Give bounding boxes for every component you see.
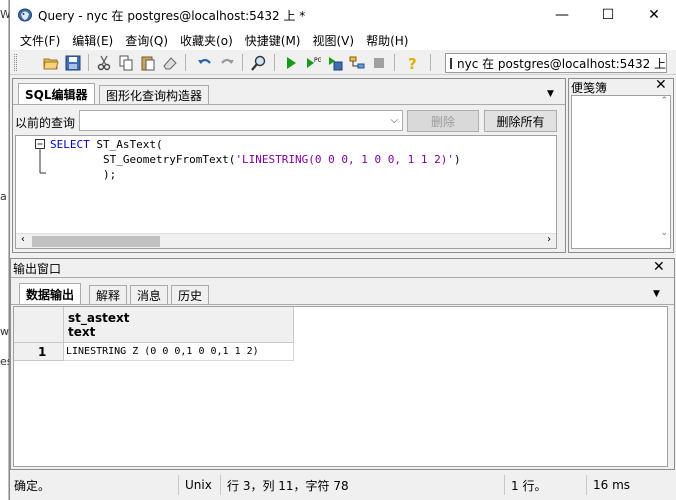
sql-editor-pane: SQL编辑器 图形化查询构造器 ▼ 以前的查询 ⌵ 删除 删除所有 SELECT…	[12, 78, 566, 253]
scroll-right-icon[interactable]: ›	[546, 234, 552, 245]
close-output-icon[interactable]: ✕	[653, 259, 665, 275]
redo-icon[interactable]	[218, 54, 236, 72]
scratch-pad-pane: 便笺簿 ✕ ⌃ ⌄	[568, 77, 674, 253]
tab-sql-editor[interactable]: SQL编辑器	[18, 83, 95, 104]
toolbar-grip[interactable]	[14, 54, 17, 71]
sql-code-editor[interactable]: SELECT ST_AsText( ST_GeometryFromText('L…	[15, 135, 557, 249]
code-line-3: );	[50, 168, 116, 181]
scratch-pad-textarea[interactable]: ⌃ ⌄	[571, 95, 671, 249]
paste-icon[interactable]	[139, 54, 157, 72]
status-cursor-position: 行 3，列 11，字符 78	[220, 475, 349, 495]
chevron-down-icon: ⌵	[390, 115, 398, 126]
code-token: 'LINESTRING(0 0 0, 1 0 0, 1 1 2)'	[235, 153, 454, 166]
tab-data-output[interactable]: 数据输出	[19, 283, 82, 304]
menu-edit[interactable]: 编辑(E)	[66, 32, 119, 49]
menu-macros[interactable]: 快捷键(M)	[239, 32, 307, 49]
find-icon[interactable]	[250, 54, 268, 72]
execute-pgscript-icon[interactable]: PG	[304, 54, 322, 72]
connection-checkbox[interactable]	[450, 57, 452, 69]
eraser-icon[interactable]	[161, 54, 179, 72]
menu-help[interactable]: 帮助(H)	[360, 32, 414, 49]
code-line-1: SELECT ST_AsText(	[50, 138, 163, 151]
status-bar: 确定。 Unix 行 3，列 11，字符 78 1 行。 16 ms	[10, 472, 676, 500]
cut-icon[interactable]	[95, 54, 113, 72]
query-window: Query - nyc 在 postgres@localhost:5432 上 …	[9, 0, 676, 500]
explain-icon[interactable]	[348, 54, 366, 72]
help-icon[interactable]: ?	[404, 54, 422, 72]
save-icon[interactable]	[64, 54, 82, 72]
column-name: st_astext	[68, 311, 130, 325]
close-scratch-pad-icon[interactable]: ✕	[655, 77, 667, 93]
scrollbar-thumb[interactable]	[32, 236, 160, 247]
menu-favourites[interactable]: 收藏夹(o)	[174, 32, 239, 49]
grid-corner[interactable]	[14, 307, 64, 343]
title-bar: Query - nyc 在 postgres@localhost:5432 上 …	[10, 0, 676, 30]
svg-text:PG: PG	[314, 57, 321, 64]
execute-play-icon[interactable]	[282, 54, 300, 72]
fold-marker-icon[interactable]	[16, 136, 48, 196]
table-cell[interactable]: LINESTRING Z (0 0 0,1 0 0,1 1 2)	[64, 343, 294, 361]
delete-all-button[interactable]: 删除所有	[484, 110, 557, 132]
cell-value: LINESTRING Z (0 0 0,1 0 0,1 1 2)	[66, 346, 259, 357]
row-header[interactable]: 1	[14, 343, 64, 361]
editor-gutter	[16, 136, 48, 248]
connection-select[interactable]: nyc 在 postgres@localhost:5432 上	[445, 53, 667, 73]
elephant-app-icon	[18, 8, 32, 22]
menu-bar: 文件(F) 编辑(E) 查询(Q) 收藏夹(o) 快捷键(M) 视图(V) 帮助…	[10, 30, 676, 50]
status-state: 确定。	[14, 478, 51, 493]
copy-icon[interactable]	[117, 54, 135, 72]
tab-messages[interactable]: 消息	[130, 285, 169, 304]
code-token: ST_GeometryFromText(	[50, 153, 236, 166]
code-token: );	[50, 168, 117, 181]
tab-explain[interactable]: 解释	[89, 285, 128, 304]
status-exec-time: 16 ms	[586, 475, 630, 495]
pane-menu-arrow-icon[interactable]: ▼	[547, 89, 557, 99]
history-label: 以前的查询	[15, 116, 76, 130]
code-line-2: ST_GeometryFromText('LINESTRING(0 0 0, 1…	[50, 153, 461, 166]
maximize-button[interactable]: ☐	[585, 0, 631, 30]
output-pane: 输出窗口 ✕ 数据输出 解释 消息 历史 ▼ st_astext text 1 …	[10, 258, 675, 470]
code-token: ST_AsText(	[89, 138, 163, 151]
delete-button[interactable]: 删除	[407, 110, 479, 132]
status-encoding: Unix	[178, 475, 212, 495]
output-pane-title: 输出窗口	[13, 262, 62, 276]
undo-icon[interactable]	[196, 54, 214, 72]
tab-graphical-query-builder[interactable]: 图形化查询构造器	[99, 85, 210, 104]
execute-to-file-icon[interactable]	[326, 54, 344, 72]
window-title: Query - nyc 在 postgres@localhost:5432 上 …	[38, 9, 306, 23]
code-token: )	[453, 153, 461, 166]
cancel-query-icon[interactable]	[370, 54, 388, 72]
column-header[interactable]: st_astext text	[64, 307, 294, 343]
history-combo[interactable]: ⌵	[79, 110, 403, 131]
menu-view[interactable]: 视图(V)	[306, 32, 360, 49]
open-folder-icon[interactable]	[42, 54, 60, 72]
column-type: text	[68, 325, 96, 339]
background-window-edge: W a w es	[0, 0, 13, 500]
scratch-pad-title: 便笺簿	[571, 81, 608, 95]
code-token: SELECT	[50, 138, 90, 151]
close-window-button[interactable]: ✕	[631, 0, 676, 30]
editor-horizontal-scrollbar[interactable]: ‹ ›	[16, 233, 556, 248]
scroll-down-icon[interactable]: ⌄	[660, 228, 668, 238]
menu-query[interactable]: 查询(Q)	[119, 32, 174, 49]
scroll-left-icon[interactable]: ‹	[20, 234, 26, 245]
tab-history[interactable]: 历史	[171, 285, 210, 304]
status-row-count: 1 行。	[504, 475, 546, 495]
svg-text:?: ?	[408, 55, 417, 71]
results-grid[interactable]: st_astext text 1 LINESTRING Z (0 0 0,1 0…	[13, 306, 668, 467]
minimize-button[interactable]: —	[539, 0, 585, 30]
scroll-up-icon[interactable]: ⌃	[660, 96, 668, 106]
row-number: 1	[38, 345, 47, 359]
output-menu-arrow-icon[interactable]: ▼	[653, 289, 663, 299]
menu-file[interactable]: 文件(F)	[14, 32, 66, 49]
